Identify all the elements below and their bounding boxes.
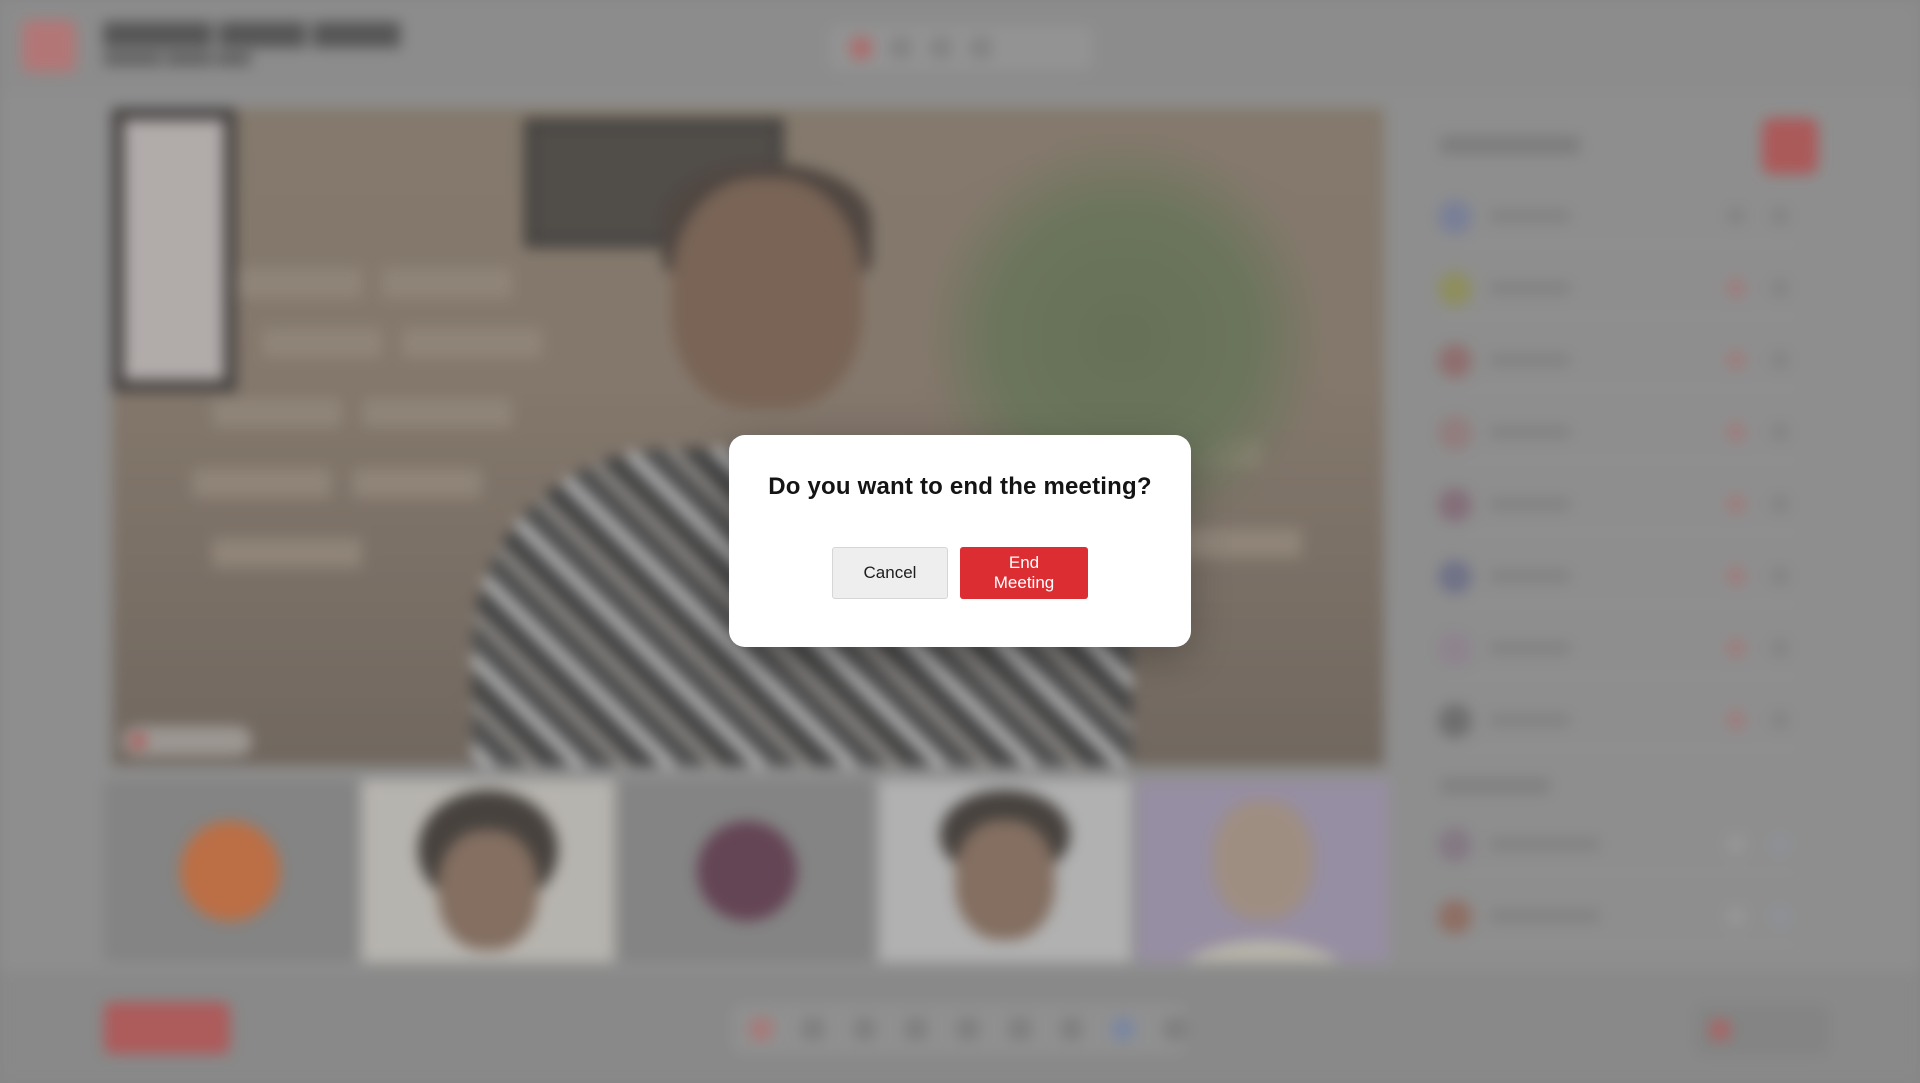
end-meeting-button[interactable]: End Meeting — [960, 547, 1088, 599]
cancel-button[interactable]: Cancel — [832, 547, 948, 599]
end-meeting-dialog: Do you want to end the meeting? Cancel E… — [729, 435, 1191, 647]
dialog-title: Do you want to end the meeting? — [768, 473, 1152, 500]
dialog-actions: Cancel End Meeting — [729, 547, 1191, 599]
